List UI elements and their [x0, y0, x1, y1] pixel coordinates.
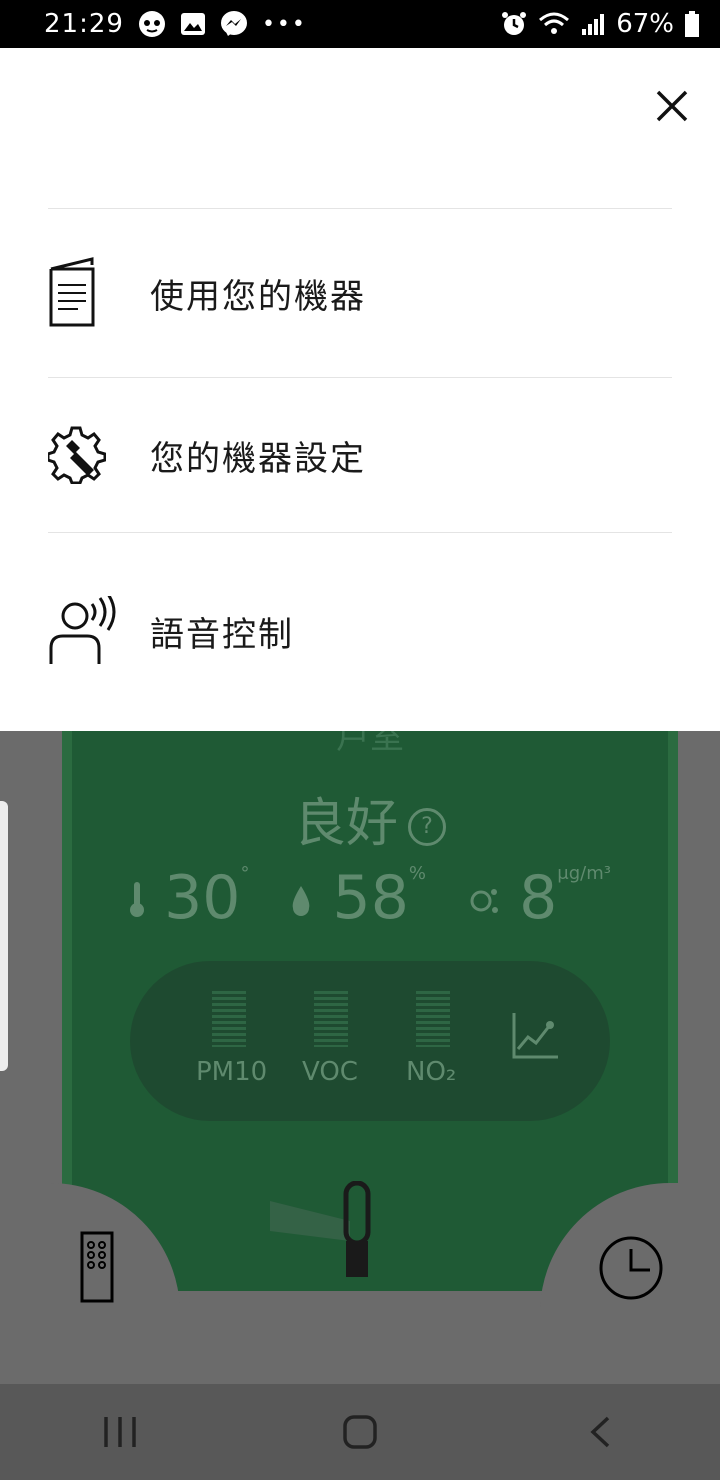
settings-wrench-icon [48, 419, 120, 491]
back-icon[interactable] [560, 1392, 640, 1472]
more-dots-icon: ••• [261, 11, 307, 37]
close-icon[interactable] [654, 88, 690, 124]
particles-reading: 8μg/m³ [466, 863, 611, 933]
menu-item-label: 使用您的機器 [150, 276, 366, 317]
battery-percent: 67% [616, 9, 674, 39]
menu-item-use-machine[interactable]: 使用您的機器 [48, 208, 672, 377]
messenger-icon [220, 11, 247, 36]
alarm-icon [502, 12, 527, 35]
home-icon[interactable] [320, 1392, 400, 1472]
pollutant-pill[interactable]: PM10 VOC NO₂ [130, 961, 610, 1121]
air-quality-status: 良好? [72, 781, 668, 856]
manual-icon [48, 257, 120, 329]
menu-item-voice-control[interactable]: 語音控制 [48, 532, 672, 729]
image-icon [180, 13, 205, 35]
remote-icon[interactable] [80, 1231, 114, 1303]
navigation-bar [0, 1384, 720, 1480]
menu-sheet: 使用您的機器 您的機器設定 語音控制 [0, 48, 720, 731]
menu-item-machine-settings[interactable]: 您的機器設定 [48, 377, 672, 532]
air-quality-text: 良好 [293, 794, 398, 854]
recent-apps-icon[interactable] [80, 1392, 160, 1472]
clock-icon[interactable] [598, 1235, 664, 1301]
menu-list: 使用您的機器 您的機器設定 語音控制 [48, 208, 672, 729]
bixby-icon [138, 11, 165, 37]
no2-label: NO₂ [406, 1057, 457, 1087]
signal-icon [582, 14, 605, 35]
help-icon[interactable]: ? [408, 808, 446, 846]
location-heading: 戶室 [336, 731, 404, 757]
thermometer-icon [130, 882, 145, 917]
notification-icons: ••• [138, 10, 307, 38]
wifi-icon [539, 12, 570, 34]
menu-item-label: 您的機器設定 [150, 438, 366, 479]
scroll-handle[interactable] [0, 801, 8, 1071]
particles-icon [470, 889, 498, 913]
menu-item-label: 語音控制 [150, 614, 294, 655]
status-time: 21:29 [44, 9, 124, 39]
system-icons: 67% [500, 9, 700, 39]
trend-chart-icon[interactable] [510, 1011, 560, 1061]
no2-bar [416, 991, 450, 1047]
voice-control-icon [48, 595, 120, 667]
voc-bar [314, 991, 348, 1047]
purifier-image [270, 1181, 371, 1277]
voc-label: VOC [302, 1057, 358, 1087]
pm10-bar [212, 991, 246, 1047]
pm10-label: PM10 [196, 1057, 268, 1087]
temperature-reading: 30° [129, 863, 249, 933]
status-bar: 21:29 ••• 67% [0, 0, 720, 48]
droplet-icon [293, 886, 310, 916]
background-app: 戶室 良好? 30° 58% 8μg/m³ PM10 VOC NO₂ [0, 731, 720, 1384]
readings-row: 30° 58% 8μg/m³ [72, 863, 668, 933]
battery-icon [685, 11, 699, 37]
humidity-reading: 58% [289, 863, 426, 933]
